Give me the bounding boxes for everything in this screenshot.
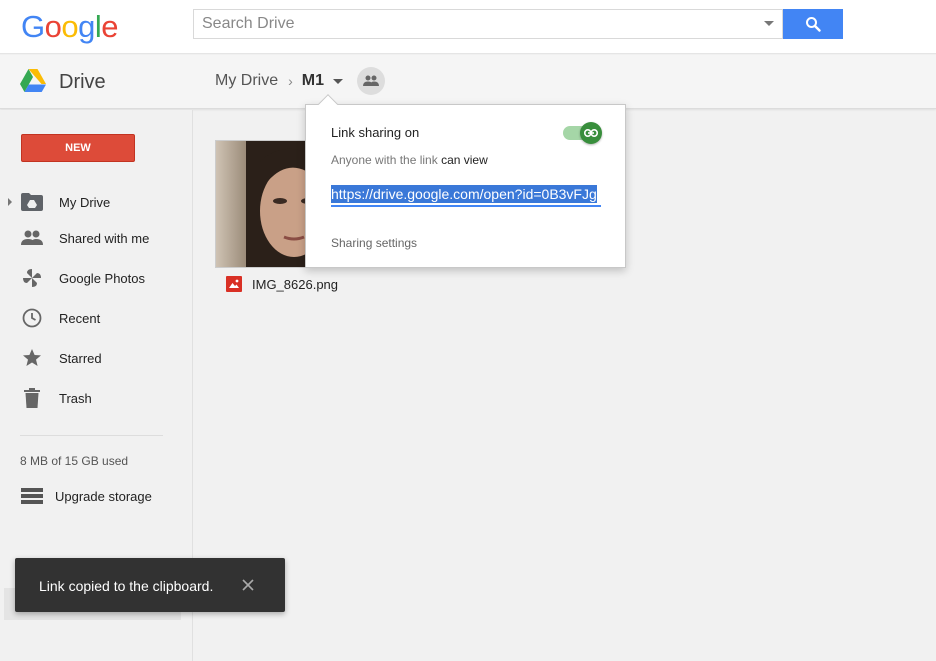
drive-toolbar: Drive My Drive › M1 [0, 55, 936, 109]
link-toggle-knob[interactable] [580, 122, 602, 144]
sidebar-item-label: Recent [59, 310, 101, 326]
sidebar-item-recent[interactable]: Recent [0, 303, 193, 333]
access-prefix: Anyone with the link [331, 153, 438, 167]
breadcrumb-parent[interactable]: My Drive [215, 72, 278, 90]
image-file-icon [226, 276, 242, 292]
file-item[interactable]: IMG_8626.png [226, 276, 338, 292]
close-icon[interactable] [240, 577, 256, 593]
people-icon [363, 75, 379, 86]
expand-arrow-icon[interactable] [8, 198, 12, 206]
clock-icon [21, 307, 43, 329]
shared-people-icon [21, 227, 43, 249]
new-button[interactable]: NEW [21, 134, 135, 162]
google-logo[interactable]: Google [21, 9, 119, 45]
trash-icon [21, 387, 43, 409]
access-level-dropdown[interactable]: can view [441, 153, 488, 167]
chevron-right-icon: › [288, 73, 293, 89]
sidebar-item-label: Trash [59, 390, 92, 406]
search-button[interactable] [783, 9, 843, 39]
photos-pinwheel-icon [21, 267, 43, 289]
upgrade-storage-link[interactable]: Upgrade storage [0, 482, 193, 510]
search-box [193, 9, 783, 39]
sidebar-item-label: Starred [59, 350, 102, 366]
sidebar-item-trash[interactable]: Trash [0, 383, 193, 413]
breadcrumb: My Drive › M1 [215, 72, 344, 90]
search-icon [806, 17, 821, 32]
share-link-field[interactable]: https://drive.google.com/open?id=0B3vFJg [331, 185, 601, 207]
sidebar-item-starred[interactable]: Starred [0, 343, 193, 373]
access-description: Anyone with the link can view [331, 153, 488, 167]
link-sharing-title: Link sharing on [331, 125, 420, 140]
search-options-caret-icon[interactable] [764, 21, 774, 26]
sidebar-item-label: My Drive [59, 194, 111, 210]
link-icon [584, 129, 598, 137]
sidebar-item-label: Upgrade storage [55, 488, 152, 504]
snackbar-message: Link copied to the clipboard. [39, 578, 214, 594]
file-name: IMG_8626.png [252, 276, 339, 292]
link-sharing-popup: Link sharing on Anyone with the link can… [305, 94, 626, 268]
sidebar-item-shared-with-me[interactable]: Shared with me [0, 223, 193, 253]
share-link-url[interactable]: https://drive.google.com/open?id=0B3vFJg [331, 185, 597, 203]
shared-folder-button[interactable] [357, 67, 385, 95]
star-icon [21, 347, 43, 369]
storage-list-icon [21, 485, 43, 507]
snackbar: Link copied to the clipboard. [15, 558, 285, 612]
sidebar-item-google-photos[interactable]: Google Photos [0, 263, 193, 293]
my-drive-folder-icon [21, 191, 43, 213]
breadcrumb-current[interactable]: M1 [302, 72, 324, 90]
top-bar: Google [0, 0, 936, 54]
drive-logo-icon[interactable] [20, 69, 46, 97]
app-title: Drive [59, 71, 106, 93]
sidebar-item-my-drive[interactable]: My Drive [0, 187, 193, 217]
sidebar-item-label: Google Photos [59, 270, 146, 286]
storage-usage-text: 8 MB of 15 GB used [20, 454, 129, 468]
sharing-settings-link[interactable]: Sharing settings [331, 236, 417, 250]
search-input[interactable] [194, 10, 754, 38]
folder-menu-caret-icon[interactable] [333, 78, 344, 84]
sidebar-divider [20, 435, 163, 436]
sidebar-item-label: Shared with me [59, 230, 150, 246]
